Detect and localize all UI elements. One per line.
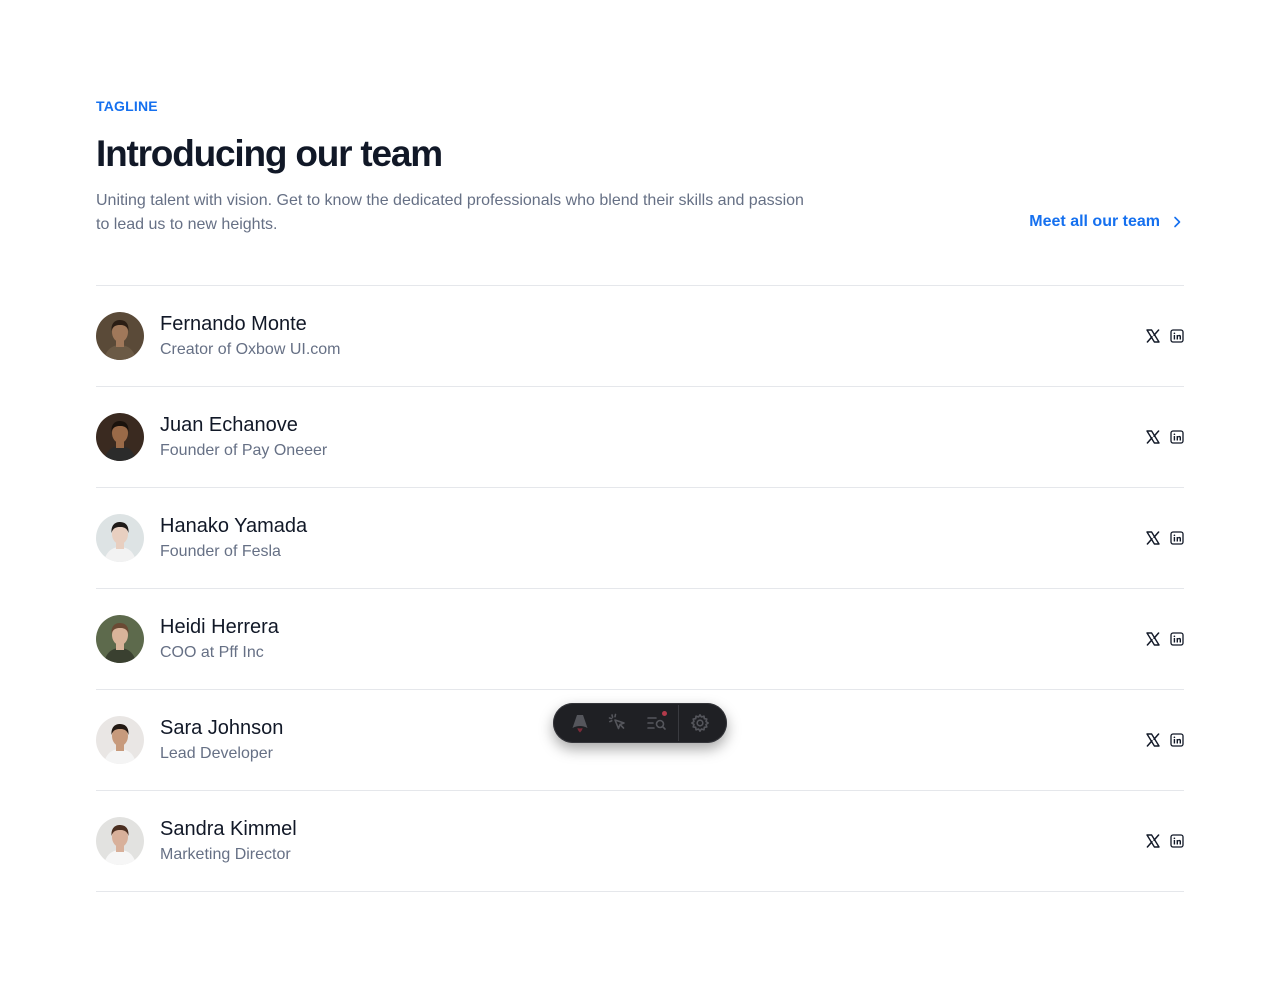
member-role: Founder of Fesla bbox=[160, 542, 281, 560]
member-role: COO at Pff Inc bbox=[160, 643, 264, 661]
social-links bbox=[1146, 733, 1184, 747]
team-member-row: Heidi Herrera COO at Pff Inc bbox=[96, 589, 1184, 690]
x-icon[interactable] bbox=[1146, 632, 1160, 646]
page-title: Introducing our team bbox=[96, 133, 443, 174]
member-name: Sara Johnson bbox=[160, 716, 284, 739]
x-icon[interactable] bbox=[1146, 329, 1160, 343]
avatar bbox=[96, 514, 144, 562]
member-name: Juan Echanove bbox=[160, 413, 298, 436]
avatar bbox=[96, 817, 144, 865]
team-list: Fernando Monte Creator of Oxbow UI.com Jua… bbox=[96, 285, 1184, 892]
member-role: Founder of Pay Oneeer bbox=[160, 441, 328, 459]
social-links bbox=[1146, 531, 1184, 545]
settings-icon[interactable] bbox=[681, 703, 719, 743]
meet-all-team-label: Meet all our team bbox=[1029, 213, 1160, 230]
member-info: Heidi Herrera COO at Pff Inc bbox=[160, 614, 279, 665]
linkedin-icon[interactable] bbox=[1170, 531, 1184, 545]
member-info: Juan Echanove Founder of Pay Oneeer bbox=[160, 412, 327, 463]
tagline: TAGLINE bbox=[96, 98, 158, 114]
page: TAGLINE Introducing our team Uniting tal… bbox=[0, 0, 1280, 988]
social-links bbox=[1146, 329, 1184, 343]
x-icon[interactable] bbox=[1146, 531, 1160, 545]
toolbar-divider bbox=[677, 705, 679, 741]
member-name: Heidi Herrera bbox=[160, 615, 279, 638]
linkedin-icon[interactable] bbox=[1170, 834, 1184, 848]
avatar bbox=[96, 716, 144, 764]
team-member-row: Juan Echanove Founder of Pay Oneeer bbox=[96, 387, 1184, 488]
inspect-icon[interactable] bbox=[599, 703, 637, 743]
x-icon[interactable] bbox=[1146, 834, 1160, 848]
x-icon[interactable] bbox=[1146, 430, 1160, 444]
section-subtitle: Uniting talent with vision. Get to know … bbox=[96, 192, 804, 233]
social-links bbox=[1146, 834, 1184, 848]
audit-icon[interactable] bbox=[638, 703, 676, 743]
member-info: Sandra Kimmel Marketing Director bbox=[160, 816, 297, 867]
x-icon[interactable] bbox=[1146, 733, 1160, 747]
team-member-row: Sandra Kimmel Marketing Director bbox=[96, 791, 1184, 892]
social-links bbox=[1146, 632, 1184, 646]
meet-all-team-link[interactable]: Meet all our team bbox=[1029, 213, 1184, 231]
member-name: Fernando Monte bbox=[160, 312, 307, 335]
dev-toolbar bbox=[553, 703, 727, 743]
member-name: Hanako Yamada bbox=[160, 514, 308, 537]
linkedin-icon[interactable] bbox=[1170, 430, 1184, 444]
social-links bbox=[1146, 430, 1184, 444]
notification-dot bbox=[661, 711, 667, 716]
chevron-right-icon bbox=[1170, 215, 1184, 229]
member-info: Sara Johnson Lead Developer bbox=[160, 715, 283, 766]
team-member-row: Fernando Monte Creator of Oxbow UI.com bbox=[96, 286, 1184, 387]
linkedin-icon[interactable] bbox=[1170, 733, 1184, 747]
linkedin-icon[interactable] bbox=[1170, 329, 1184, 343]
avatar bbox=[96, 615, 144, 663]
avatar bbox=[96, 413, 144, 461]
linkedin-icon[interactable] bbox=[1170, 632, 1184, 646]
member-info: Fernando Monte Creator of Oxbow UI.com bbox=[160, 311, 341, 362]
member-role: Marketing Director bbox=[160, 845, 291, 863]
member-name: Sandra Kimmel bbox=[160, 817, 297, 840]
member-info: Hanako Yamada Founder of Fesla bbox=[160, 513, 307, 564]
team-member-row: Hanako Yamada Founder of Fesla bbox=[96, 488, 1184, 589]
avatar bbox=[96, 312, 144, 360]
member-role: Creator of Oxbow UI.com bbox=[160, 340, 341, 358]
member-role: Lead Developer bbox=[160, 744, 273, 762]
astro-icon[interactable] bbox=[561, 703, 599, 743]
